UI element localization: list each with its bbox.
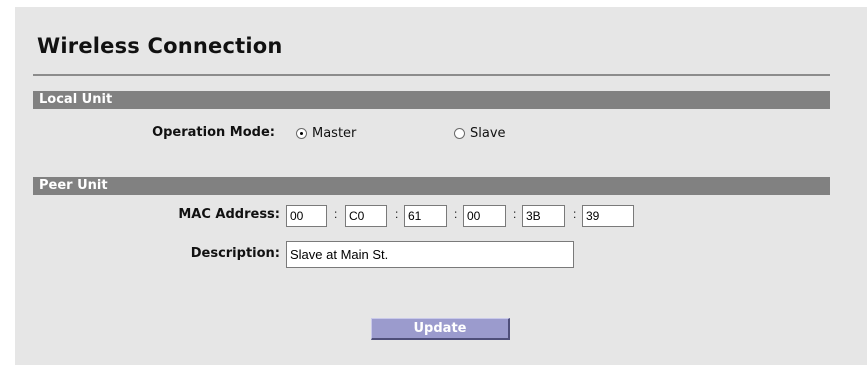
mac-separator: : [454, 207, 458, 221]
mac-octet-5-input[interactable] [522, 205, 565, 227]
mac-address-label: MAC Address: [178, 207, 280, 222]
mac-separator: : [395, 207, 399, 221]
description-input[interactable] [286, 241, 574, 268]
master-radio-label: Master [312, 125, 357, 141]
mac-separator: : [334, 207, 338, 221]
mac-octet-6-input[interactable] [582, 205, 634, 227]
mac-separator: : [513, 207, 517, 221]
title-divider [33, 74, 830, 76]
slave-radio-label: Slave [470, 125, 506, 141]
radio-option-slave[interactable]: Slave [454, 124, 506, 142]
section-header-peer-unit: Peer Unit [33, 177, 830, 195]
radio-option-master[interactable]: Master [296, 124, 356, 142]
update-button[interactable]: Update [371, 318, 510, 340]
slave-radio-button[interactable] [454, 127, 465, 139]
description-label: Description: [190, 246, 280, 261]
section-header-local-unit: Local Unit [33, 91, 830, 109]
mac-octet-3-input[interactable] [404, 205, 447, 227]
operation-mode-label: Operation Mode: [152, 125, 275, 140]
mac-separator: : [573, 207, 577, 221]
mac-octet-2-input[interactable] [345, 205, 387, 227]
mac-octet-1-input[interactable] [286, 205, 327, 227]
master-radio-button[interactable] [296, 127, 307, 139]
page-title: Wireless Connection [37, 34, 283, 58]
mac-octet-4-input[interactable] [463, 205, 506, 227]
